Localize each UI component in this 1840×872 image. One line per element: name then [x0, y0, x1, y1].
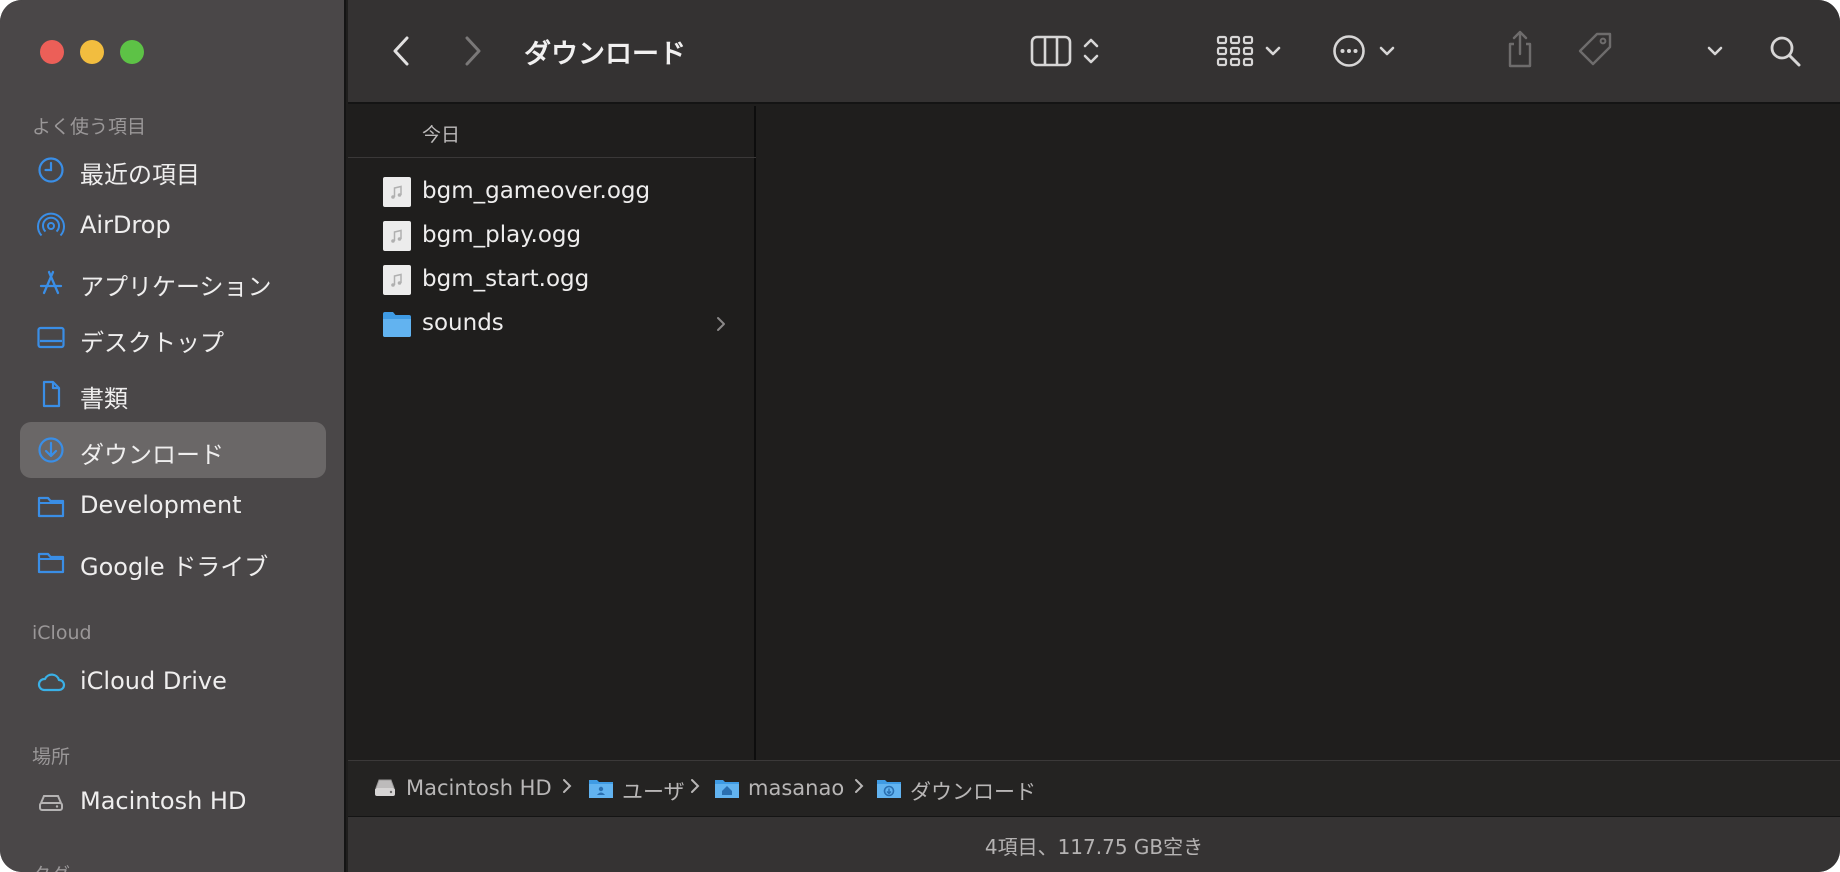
clock-icon [38, 157, 64, 183]
applications-icon [39, 270, 63, 295]
audio-file-icon [383, 177, 411, 207]
sidebar-item-icloud-drive[interactable]: iCloud Drive [20, 654, 326, 710]
sidebar-item-google-drive[interactable]: Google ドライブ [20, 534, 326, 590]
sidebar-item-label: Google ドライブ [80, 553, 269, 581]
expand-chevron-icon[interactable] [1706, 42, 1724, 60]
sidebar: よく使う項目 最近の項目 AirDrop アプリケーション デスクトップ 書類 … [0, 0, 346, 872]
folder-icon [37, 496, 65, 518]
file-name: bgm_start.ogg [422, 266, 590, 292]
icloud-section-label: iCloud [32, 622, 92, 644]
file-name: bgm_gameover.ogg [422, 178, 651, 204]
file-name: sounds [422, 310, 504, 336]
status-text: 4項目、117.75 GB空き [984, 835, 1204, 859]
list-item[interactable]: bgm_play.ogg [348, 214, 756, 258]
path-crumb-label: ダウンロード [910, 780, 1036, 804]
harddrive-icon [375, 779, 395, 796]
sidebar-item-development[interactable]: Development [20, 478, 326, 534]
list-item[interactable]: sounds [348, 302, 756, 346]
path-separator-icon [855, 779, 864, 793]
close-window-button[interactable] [40, 40, 64, 64]
list-item[interactable]: bgm_start.ogg [348, 258, 756, 302]
sidebar-item-label: アプリケーション [80, 273, 272, 301]
cloud-icon [37, 673, 66, 692]
audio-file-icon [383, 265, 411, 295]
zoom-window-button[interactable] [120, 40, 144, 64]
share-icon[interactable] [1504, 28, 1536, 70]
minimize-window-button[interactable] [80, 40, 104, 64]
users-folder-icon [589, 780, 613, 798]
sidebar-item-documents[interactable]: 書類 [20, 366, 326, 422]
sidebar-item-desktop[interactable]: デスクトップ [20, 310, 326, 366]
path-separator-icon [563, 779, 572, 793]
download-folder-icon [877, 780, 901, 798]
desktop-icon [37, 326, 65, 349]
harddrive-icon [39, 795, 63, 811]
group-chevron-down-icon[interactable] [1264, 42, 1282, 60]
status-bar: 4項目、117.75 GB空き [348, 816, 1840, 872]
view-options-chevron-icon[interactable] [1082, 34, 1100, 68]
toolbar: ダウンロード [348, 0, 1840, 104]
sidebar-item-label: iCloud Drive [80, 667, 227, 695]
more-actions-icon[interactable] [1332, 34, 1366, 68]
sidebar-item-recents[interactable]: 最近の項目 [20, 142, 326, 198]
sidebar-item-label: 書類 [80, 385, 128, 413]
chevron-right-icon [717, 317, 725, 331]
group-icon[interactable] [1216, 34, 1256, 68]
path-crumb-label: ユーザ [622, 780, 685, 804]
favorites-section-label: よく使う項目 [32, 116, 147, 138]
document-icon [42, 380, 61, 408]
column-header: 今日 [348, 106, 756, 158]
sidebar-item-label: Macintosh HD [80, 787, 247, 815]
path-bar: Macintosh HD ユーザ masanao ダウンロード [348, 760, 1840, 816]
sidebar-item-label: Development [80, 491, 242, 519]
finder-window: よく使う項目 最近の項目 AirDrop アプリケーション デスクトップ 書類 … [0, 0, 1840, 872]
file-column: 今日 bgm_gameover.ogg bgm_play.ogg bgm_sta… [348, 106, 756, 760]
tags-section-label: タグ [32, 860, 70, 872]
sidebar-item-applications[interactable]: アプリケーション [20, 254, 326, 310]
sidebar-item-label: デスクトップ [80, 329, 224, 357]
home-folder-icon [715, 780, 739, 798]
path-crumb-label: Macintosh HD [406, 776, 552, 800]
sidebar-item-label: 最近の項目 [80, 161, 200, 189]
actions-chevron-down-icon[interactable] [1378, 42, 1396, 60]
back-icon[interactable] [390, 34, 412, 68]
path-separator-icon [691, 779, 700, 793]
tag-icon[interactable] [1576, 30, 1616, 70]
sidebar-item-downloads[interactable]: ダウンロード [20, 422, 326, 478]
locations-section-label: 場所 [32, 746, 71, 768]
folder-icon [37, 552, 65, 574]
download-icon [38, 437, 64, 463]
sidebar-item-label: ダウンロード [80, 441, 224, 469]
airdrop-icon [37, 212, 65, 237]
empty-column[interactable] [758, 106, 1840, 760]
sidebar-item-label: AirDrop [80, 211, 171, 239]
sidebar-item-airdrop[interactable]: AirDrop [20, 198, 326, 254]
date-group-label: 今日 [422, 124, 461, 146]
folder-icon [383, 312, 411, 337]
window-title: ダウンロード [524, 39, 686, 70]
list-item[interactable]: bgm_gameover.ogg [348, 170, 756, 214]
sidebar-item-macintosh-hd[interactable]: Macintosh HD [20, 774, 326, 830]
column-view-icon[interactable] [1030, 34, 1074, 68]
audio-file-icon [383, 221, 411, 251]
file-name: bgm_play.ogg [422, 222, 582, 248]
path-crumb-label: masanao [748, 776, 845, 800]
search-icon[interactable] [1768, 34, 1802, 68]
forward-icon[interactable] [462, 34, 484, 68]
